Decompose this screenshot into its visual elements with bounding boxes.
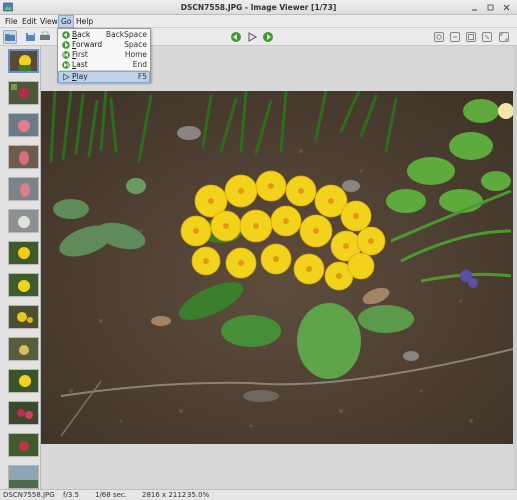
menu-item-forward-shortcut: Space bbox=[124, 40, 147, 49]
thumbnail-image bbox=[9, 370, 38, 392]
menu-separator bbox=[60, 70, 148, 71]
zoom-out-button[interactable] bbox=[448, 30, 462, 44]
arrow-right-icon bbox=[62, 41, 70, 49]
zoom-fit-button[interactable] bbox=[464, 30, 478, 44]
thumbnail-image bbox=[9, 306, 38, 328]
thumbnail-item[interactable] bbox=[8, 305, 39, 329]
thumbnails-toggle-button[interactable] bbox=[3, 30, 17, 44]
first-icon bbox=[62, 51, 70, 59]
right-edge bbox=[513, 46, 517, 489]
zoom-out-icon bbox=[450, 32, 460, 42]
folder-icon bbox=[5, 34, 15, 41]
thumbnail-item[interactable] bbox=[8, 433, 39, 457]
back-arrow-icon bbox=[231, 32, 241, 42]
menu-edit[interactable]: Edit bbox=[20, 15, 39, 28]
status-zoom: 35.0% bbox=[187, 491, 210, 499]
menu-item-first[interactable]: First Home bbox=[59, 50, 149, 60]
open-button[interactable] bbox=[24, 30, 38, 44]
status-exposure: 1/68 sec. bbox=[95, 491, 127, 499]
menu-file[interactable]: File bbox=[3, 15, 20, 28]
arrow-left-icon bbox=[62, 31, 70, 39]
menu-item-play-shortcut: F5 bbox=[137, 72, 147, 81]
menu-item-play-label: lay bbox=[76, 72, 88, 81]
menu-item-last-shortcut: End bbox=[132, 60, 147, 69]
fullscreen-icon bbox=[499, 32, 509, 42]
thumbnail-item[interactable] bbox=[8, 401, 39, 425]
zoom-original-button[interactable] bbox=[480, 30, 494, 44]
last-icon bbox=[62, 61, 70, 69]
menu-bar: File Edit View Go Help bbox=[0, 15, 517, 28]
menu-item-back-label: ack bbox=[77, 30, 91, 39]
thumbnail-item[interactable] bbox=[8, 273, 39, 297]
menu-view[interactable]: View bbox=[38, 15, 60, 28]
zoom-in-button[interactable] bbox=[432, 30, 446, 44]
menu-item-forward-label: orward bbox=[76, 40, 103, 49]
status-filename: DSCN7558.JPG bbox=[3, 491, 55, 499]
print-button[interactable] bbox=[38, 30, 52, 44]
menu-item-back-shortcut: BackSpace bbox=[105, 30, 147, 39]
menu-go[interactable]: Go bbox=[58, 15, 75, 28]
status-aperture: f/3.5 bbox=[63, 491, 79, 499]
minimize-icon[interactable] bbox=[471, 4, 478, 11]
zoom-original-icon bbox=[482, 32, 492, 42]
zoom-fit-icon bbox=[466, 32, 476, 42]
fullscreen-button[interactable] bbox=[497, 30, 511, 44]
previous-button[interactable] bbox=[229, 30, 243, 44]
print-icon bbox=[40, 31, 50, 40]
play-icon bbox=[248, 32, 258, 42]
thumbnail-image bbox=[9, 466, 38, 488]
open-icon bbox=[26, 32, 35, 41]
photo-primrose bbox=[41, 91, 513, 444]
thumbnail-image bbox=[9, 402, 38, 424]
play-icon bbox=[63, 73, 70, 81]
thumbnail-item[interactable] bbox=[8, 177, 39, 201]
menu-item-first-label: irst bbox=[75, 50, 88, 59]
menu-item-forward[interactable]: Forward Space bbox=[59, 40, 149, 50]
thumbnail-strip[interactable] bbox=[0, 46, 41, 489]
status-bar: DSCN7558.JPG f/3.5 1/68 sec. 2816 x 2112… bbox=[0, 489, 517, 500]
thumbnail-item[interactable] bbox=[8, 81, 39, 105]
thumbnail-image bbox=[9, 242, 38, 264]
thumbnail-item[interactable] bbox=[8, 465, 39, 489]
thumbnail-image bbox=[9, 146, 38, 168]
thumbnail-image bbox=[9, 82, 38, 104]
menu-help[interactable]: Help bbox=[74, 15, 95, 28]
thumbnail-item[interactable] bbox=[8, 337, 39, 361]
thumbnail-item[interactable] bbox=[8, 145, 39, 169]
thumbnail-image bbox=[9, 178, 38, 200]
image-canvas[interactable] bbox=[41, 91, 513, 444]
zoom-in-icon bbox=[434, 32, 444, 42]
window-title: DSCN7558.JPG - Image Viewer [1/73] bbox=[180, 3, 337, 12]
menu-item-last[interactable]: Last End bbox=[59, 60, 149, 70]
menu-item-last-label: ast bbox=[76, 60, 88, 69]
thumbnail-item[interactable] bbox=[8, 369, 39, 393]
go-menu-dropdown: Back BackSpace Forward Space First Home … bbox=[57, 28, 151, 83]
forward-arrow-icon bbox=[263, 32, 273, 42]
close-icon[interactable] bbox=[503, 4, 510, 11]
menu-item-first-shortcut: Home bbox=[124, 50, 147, 59]
thumbnail-image bbox=[9, 338, 38, 360]
play-button[interactable] bbox=[245, 30, 259, 44]
thumbnail-image bbox=[9, 114, 38, 136]
status-dimensions: 2816 x 2112 bbox=[142, 491, 187, 499]
thumbnail-item[interactable] bbox=[8, 113, 39, 137]
thumbnail-item[interactable] bbox=[8, 241, 39, 265]
menu-item-play[interactable]: Play F5 bbox=[58, 71, 150, 83]
thumbnail-image bbox=[9, 274, 38, 296]
viewer-padding-bottom bbox=[41, 444, 513, 489]
maximize-icon[interactable] bbox=[487, 4, 494, 11]
thumbnail-item[interactable] bbox=[8, 49, 39, 73]
menu-item-back[interactable]: Back BackSpace bbox=[59, 30, 149, 40]
thumbnail-image bbox=[9, 210, 38, 232]
next-button[interactable] bbox=[261, 30, 275, 44]
thumbnail-item[interactable] bbox=[8, 209, 39, 233]
thumbnail-image bbox=[9, 434, 38, 456]
thumbnail-image bbox=[10, 51, 37, 71]
title-bar: DSCN7558.JPG - Image Viewer [1/73] bbox=[0, 0, 517, 15]
